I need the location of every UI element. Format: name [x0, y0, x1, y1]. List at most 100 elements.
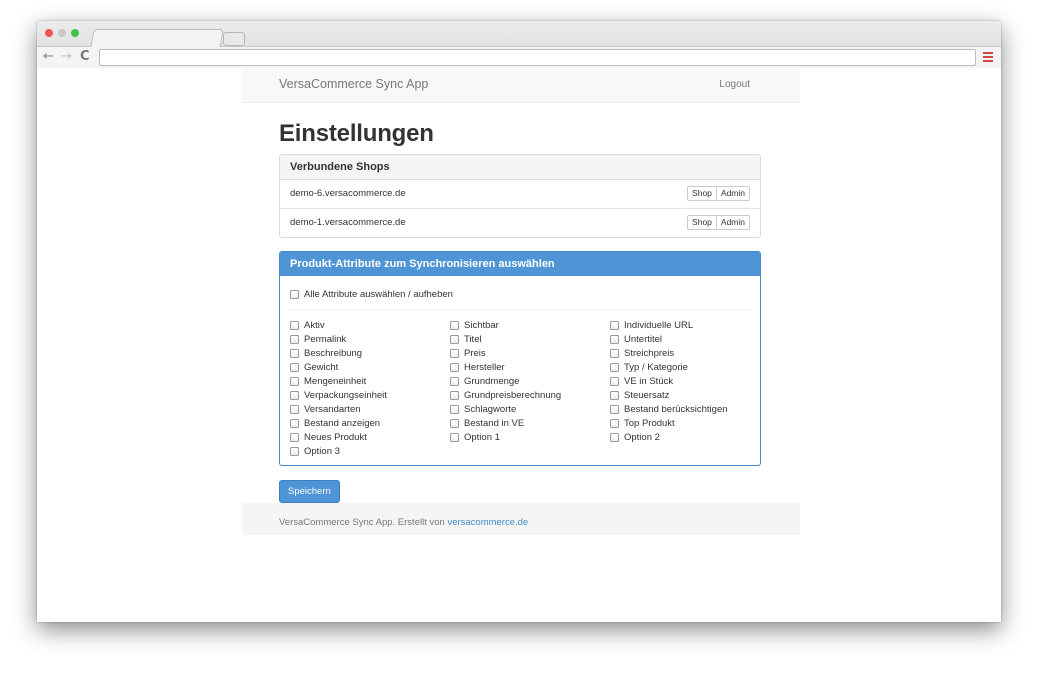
attribute-option[interactable]: Grundpreisberechnung	[450, 388, 561, 402]
attribute-option[interactable]: Typ / Kategorie	[610, 360, 728, 374]
attribute-label: Preis	[464, 347, 486, 359]
select-all-label: Alle Attribute auswählen / aufheben	[304, 289, 453, 300]
attribute-checkbox[interactable]	[290, 432, 299, 442]
attribute-label: Sichtbar	[464, 319, 499, 331]
shop-domain: demo-1.versacommerce.de	[290, 217, 406, 228]
footer: VersaCommerce Sync App. Erstellt von ver…	[242, 503, 800, 535]
attribute-option[interactable]: Grundmenge	[450, 374, 561, 388]
connected-shops-panel: Verbundene Shops demo-6.versacommerce.de…	[279, 154, 761, 238]
attribute-checkbox[interactable]	[290, 320, 299, 330]
attribute-checkbox[interactable]	[450, 432, 459, 442]
save-button[interactable]: Speichern	[279, 480, 340, 503]
attribute-checkbox[interactable]	[610, 376, 619, 386]
navbar-brand[interactable]: VersaCommerce Sync App	[279, 77, 428, 91]
back-arrow-icon[interactable]: ←	[43, 49, 54, 65]
attribute-checkbox[interactable]	[610, 404, 619, 414]
attribute-option[interactable]: VE in Stück	[610, 374, 728, 388]
attribute-option[interactable]: Titel	[450, 332, 561, 346]
attribute-option[interactable]: Verpackungseinheit	[290, 388, 387, 402]
attribute-checkbox[interactable]	[610, 432, 619, 442]
attribute-checkbox[interactable]	[450, 320, 459, 330]
address-bar[interactable]	[99, 49, 976, 66]
attribute-option[interactable]: Untertitel	[610, 332, 728, 346]
attribute-checkbox[interactable]	[290, 404, 299, 414]
attribute-option[interactable]: Steuersatz	[610, 388, 728, 402]
select-all-checkbox[interactable]	[290, 290, 299, 299]
attribute-option[interactable]: Bestand anzeigen	[290, 416, 387, 430]
attribute-column-2: Sichtbar Titel Preis Hersteller Grundmen…	[450, 318, 561, 444]
attribute-label: Neues Produkt	[304, 431, 367, 443]
attribute-label: Versandarten	[304, 403, 361, 415]
attribute-label: Titel	[464, 333, 482, 345]
attribute-option[interactable]: Hersteller	[450, 360, 561, 374]
attribute-label: Hersteller	[464, 361, 505, 373]
open-admin-button[interactable]: Admin	[716, 186, 750, 201]
menu-hamburger-icon[interactable]	[983, 52, 993, 62]
attribute-option[interactable]: Neues Produkt	[290, 430, 387, 444]
attribute-option[interactable]: Top Produkt	[610, 416, 728, 430]
attribute-checkbox[interactable]	[610, 348, 619, 358]
divider	[290, 309, 750, 310]
attribute-checkbox[interactable]	[610, 390, 619, 400]
attribute-option[interactable]: Preis	[450, 346, 561, 360]
attribute-checkbox[interactable]	[450, 418, 459, 428]
logout-link[interactable]: Logout	[719, 79, 750, 90]
attribute-option[interactable]: Option 3	[290, 444, 387, 458]
attribute-option[interactable]: Mengeneinheit	[290, 374, 387, 388]
attribute-label: Streichpreis	[624, 347, 675, 359]
attribute-option[interactable]: Sichtbar	[450, 318, 561, 332]
attribute-option[interactable]: Option 1	[450, 430, 561, 444]
select-all-attributes[interactable]: Alle Attribute auswählen / aufheben	[290, 289, 453, 300]
attribute-checkbox[interactable]	[450, 376, 459, 386]
open-shop-button[interactable]: Shop	[687, 215, 717, 230]
attribute-checkbox[interactable]	[610, 362, 619, 372]
shop-actions: Shop Admin	[687, 215, 750, 230]
attribute-checkbox[interactable]	[290, 390, 299, 400]
new-tab-button[interactable]	[223, 32, 245, 46]
attribute-label: VE in Stück	[624, 375, 674, 387]
attribute-label: Option 2	[624, 431, 660, 443]
footer-credit: VersaCommerce Sync App. Erstellt von	[279, 517, 448, 528]
attribute-option[interactable]: Streichpreis	[610, 346, 728, 360]
attribute-option[interactable]: Bestand in VE	[450, 416, 561, 430]
attribute-column-1: Aktiv Permalink Beschreibung Gewicht Men…	[290, 318, 387, 458]
attribute-checkbox[interactable]	[290, 446, 299, 456]
browser-toolbar: ← → C	[37, 47, 1001, 69]
reload-icon[interactable]: C	[80, 49, 90, 65]
footer-link[interactable]: versacommerce.de	[447, 517, 528, 528]
attribute-option[interactable]: Individuelle URL	[610, 318, 728, 332]
attribute-option[interactable]: Bestand berücksichtigen	[610, 402, 728, 416]
attribute-option[interactable]: Beschreibung	[290, 346, 387, 360]
shop-domain: demo-6.versacommerce.de	[290, 188, 406, 199]
attribute-checkbox[interactable]	[450, 362, 459, 372]
zoom-window-button[interactable]	[71, 29, 79, 37]
attribute-checkbox[interactable]	[290, 418, 299, 428]
attribute-label: Bestand anzeigen	[304, 417, 381, 429]
attribute-checkbox[interactable]	[610, 418, 619, 428]
attribute-checkbox[interactable]	[290, 362, 299, 372]
attribute-option[interactable]: Permalink	[290, 332, 387, 346]
attribute-label: Top Produkt	[624, 417, 675, 429]
open-admin-button[interactable]: Admin	[716, 215, 750, 230]
attribute-checkbox[interactable]	[610, 320, 619, 330]
attribute-option[interactable]: Gewicht	[290, 360, 387, 374]
attribute-label: Grundpreisberechnung	[464, 389, 562, 401]
attribute-option[interactable]: Aktiv	[290, 318, 387, 332]
attribute-checkbox[interactable]	[450, 404, 459, 414]
attribute-label: Bestand berücksichtigen	[624, 403, 728, 415]
attribute-checkbox[interactable]	[450, 348, 459, 358]
forward-arrow-icon[interactable]: →	[61, 49, 72, 65]
attribute-checkbox[interactable]	[290, 376, 299, 386]
open-shop-button[interactable]: Shop	[687, 186, 717, 201]
attribute-checkbox[interactable]	[450, 390, 459, 400]
attribute-option[interactable]: Versandarten	[290, 402, 387, 416]
attribute-checkbox[interactable]	[450, 334, 459, 344]
browser-tab[interactable]	[90, 29, 224, 48]
attribute-checkbox[interactable]	[290, 334, 299, 344]
minimize-window-button[interactable]	[58, 29, 66, 37]
attribute-option[interactable]: Option 2	[610, 430, 728, 444]
attribute-option[interactable]: Schlagworte	[450, 402, 561, 416]
attribute-checkbox[interactable]	[290, 348, 299, 358]
attribute-checkbox[interactable]	[610, 334, 619, 344]
close-window-button[interactable]	[45, 29, 53, 37]
